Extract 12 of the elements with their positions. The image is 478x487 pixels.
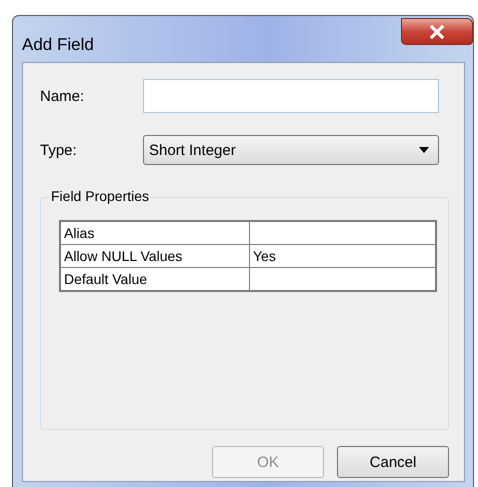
window-title: Add Field <box>22 35 94 55</box>
name-input-field[interactable] <box>143 79 439 113</box>
close-icon <box>429 24 445 38</box>
type-dropdown[interactable]: Short Integer <box>143 135 439 165</box>
property-name-cell: Alias <box>60 221 250 244</box>
property-name-cell: Allow NULL Values <box>60 244 250 268</box>
close-button[interactable] <box>401 18 473 45</box>
cancel-button[interactable]: Cancel <box>337 446 449 478</box>
name-label: Name: <box>40 88 86 104</box>
type-label: Type: <box>40 142 78 158</box>
group-title: Field Properties <box>49 188 152 204</box>
dropdown-caret-icon <box>419 147 429 153</box>
